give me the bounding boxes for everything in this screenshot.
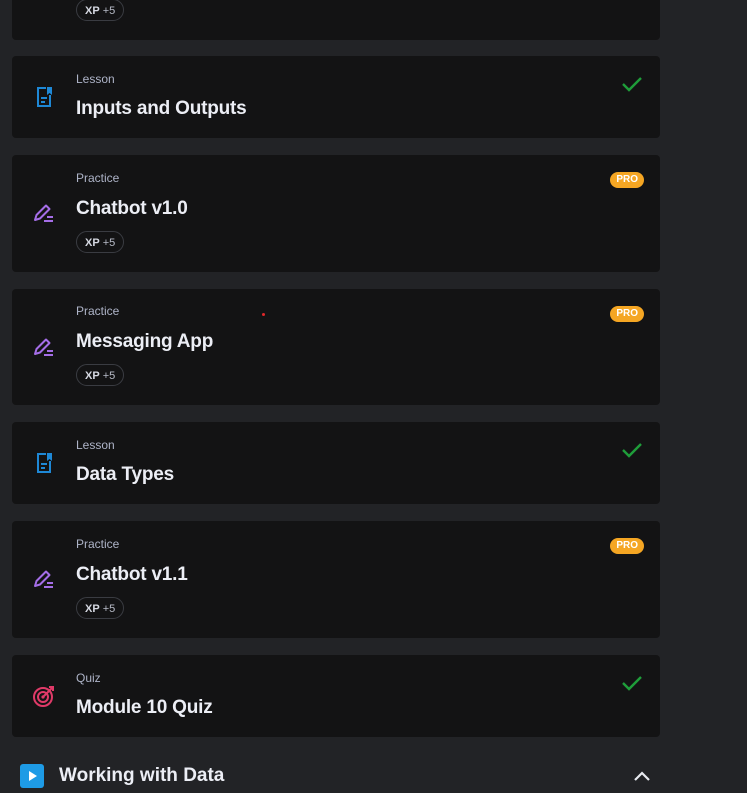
check-icon (622, 77, 642, 92)
xp-label: XP (85, 5, 100, 17)
section-title: Working with Data (59, 765, 225, 786)
cursor-dot (262, 313, 265, 316)
item-title: Messaging App (76, 331, 214, 352)
play-icon (20, 764, 44, 788)
list-item-quiz-module-10[interactable]: Quiz Module 10 Quiz (12, 655, 660, 737)
xp-value: +5 (102, 5, 116, 17)
xp-pill: XP +5 (76, 364, 125, 386)
xp-value: +5 (102, 370, 116, 382)
pencil-icon (34, 338, 53, 356)
xp-pill: XP +5 (76, 231, 125, 253)
pencil-icon (34, 204, 53, 222)
xp-pill: XP +5 (76, 0, 125, 21)
lesson-doc-icon (37, 453, 52, 473)
lesson-doc-icon (37, 87, 52, 107)
pro-badge: PRO (610, 538, 644, 554)
xp-pill: XP +5 (76, 597, 125, 619)
xp-value: +5 (102, 237, 116, 249)
item-title: Data Types (76, 464, 174, 485)
chevron-up-icon[interactable] (632, 767, 652, 787)
item-kind: Lesson (76, 438, 115, 452)
list-item-lesson-inputs-outputs[interactable]: Lesson Inputs and Outputs (12, 56, 660, 138)
xp-label: XP (85, 237, 100, 249)
list-item-lesson-data-types[interactable]: Lesson Data Types (12, 422, 660, 504)
xp-value: +5 (102, 603, 116, 615)
item-title: Chatbot v1.1 (76, 564, 188, 585)
section-header-working-with-data[interactable]: Working with Data (20, 764, 652, 790)
list-item-practice-chatbot-v1-1[interactable]: Practice Chatbot v1.1 XP +5 PRO (12, 521, 660, 638)
list-item-practice-messaging-app[interactable]: Practice Messaging App XP +5 PRO (12, 289, 660, 405)
top-partial-card[interactable]: XP +5 (12, 0, 660, 40)
target-icon (33, 686, 54, 707)
item-title: Chatbot v1.0 (76, 198, 188, 219)
item-kind: Quiz (76, 671, 101, 685)
check-icon (622, 676, 642, 691)
pro-badge: PRO (610, 172, 644, 188)
xp-label: XP (85, 603, 100, 615)
check-icon (622, 443, 642, 458)
pencil-icon (34, 570, 53, 588)
item-kind: Practice (76, 304, 120, 318)
item-title: Module 10 Quiz (76, 697, 213, 718)
pro-badge: PRO (610, 306, 644, 322)
item-kind: Lesson (76, 72, 115, 86)
item-kind: Practice (76, 171, 120, 185)
play-glyph (29, 771, 37, 781)
xp-label: XP (85, 370, 100, 382)
item-title: Inputs and Outputs (76, 98, 247, 119)
list-item-practice-chatbot-v1-0[interactable]: Practice Chatbot v1.0 XP +5 PRO (12, 155, 660, 272)
item-kind: Practice (76, 537, 120, 551)
